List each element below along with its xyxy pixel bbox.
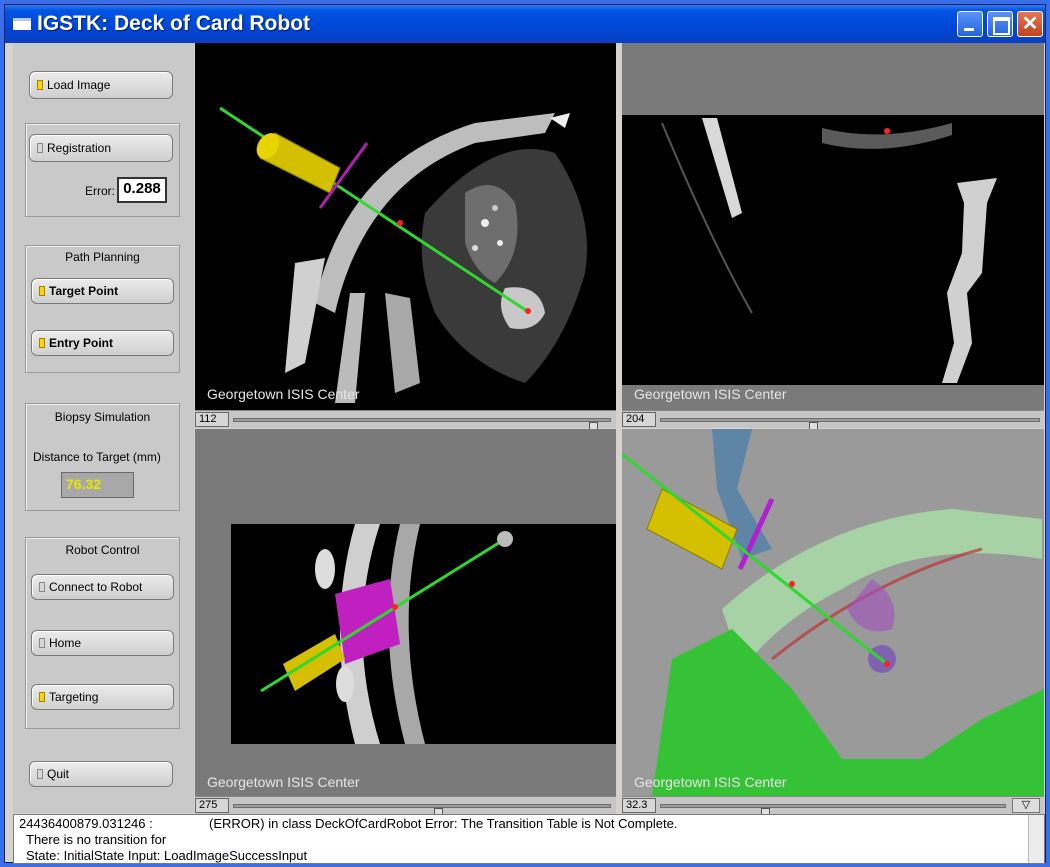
load-image-label: Load Image <box>47 78 111 92</box>
entry-point-button[interactable]: Entry Point <box>31 330 174 356</box>
registration-button[interactable]: Registration <box>29 134 173 162</box>
entry-point-label: Entry Point <box>49 336 114 350</box>
volume-3d-image <box>622 429 1044 796</box>
log-error-message: (ERROR) in class DeckOfCardRobot Error: … <box>209 816 678 831</box>
target-point-label: Target Point <box>49 284 119 298</box>
maximize-button[interactable] <box>987 11 1013 37</box>
status-led-icon <box>37 143 43 153</box>
view-caption: Georgetown ISIS Center <box>207 386 360 402</box>
targeting-label: Targeting <box>49 690 99 704</box>
connect-robot-button[interactable]: Connect to Robot <box>31 574 174 600</box>
coronal-view[interactable]: Georgetown ISIS Center <box>195 429 616 796</box>
close-button[interactable]: ✕ <box>1017 11 1043 37</box>
app-window-icon <box>13 18 31 30</box>
error-value: 0.288 <box>117 177 167 203</box>
path-planning-group: Path Planning Target Point Entry Point <box>25 245 180 373</box>
volume-opacity-slider[interactable]: 32.3 ▽ <box>622 796 1044 820</box>
close-icon: ✕ <box>1021 13 1039 35</box>
connect-robot-label: Connect to Robot <box>49 580 143 594</box>
log-panel[interactable]: 24436400879.031246 : (ERROR) in class De… <box>13 814 1045 864</box>
volume-3d-view[interactable]: Georgetown ISIS Center <box>622 429 1044 796</box>
axial-view-image <box>219 106 587 403</box>
path-planning-title: Path Planning <box>65 250 140 264</box>
distance-label: Distance to Target (mm) <box>33 450 161 464</box>
distance-value: 76.32 <box>61 472 134 498</box>
robot-control-group: Robot Control Connect to Robot Home Targ… <box>25 537 180 729</box>
load-image-button[interactable]: Load Image <box>29 71 173 99</box>
control-panel: Load Image Registration Error: 0.288 Pat… <box>13 43 194 813</box>
registration-label: Registration <box>47 141 112 155</box>
status-led-icon <box>39 338 45 348</box>
log-scrollbar[interactable] <box>1028 815 1044 863</box>
slice-number: 275 <box>195 798 229 813</box>
slider-number: 32.3 <box>622 798 656 813</box>
slice-number: 204 <box>622 412 656 427</box>
status-led-icon <box>39 582 45 592</box>
home-label: Home <box>49 636 82 650</box>
axial-slice-slider[interactable]: 112 <box>195 410 616 434</box>
registration-group: Registration Error: 0.288 <box>25 123 180 217</box>
slider-track[interactable] <box>660 804 1006 820</box>
slice-number: 112 <box>195 412 229 427</box>
target-point-button[interactable]: Target Point <box>31 278 174 304</box>
status-led-icon <box>37 769 43 779</box>
coronal-slice-slider[interactable]: 275 <box>195 796 616 820</box>
slider-track[interactable] <box>660 418 1040 434</box>
coronal-view-image <box>231 524 616 744</box>
status-led-icon <box>39 692 45 702</box>
robot-control-title: Robot Control <box>65 543 140 557</box>
slider-track[interactable] <box>233 804 611 820</box>
view-caption: Georgetown ISIS Center <box>207 774 360 790</box>
minimize-button[interactable] <box>957 11 983 37</box>
biopsy-simulation-group: Biopsy Simulation Distance to Target (mm… <box>25 403 180 511</box>
sagittal-slice-slider[interactable]: 204 <box>622 410 1044 434</box>
quit-button[interactable]: Quit <box>29 761 173 787</box>
title-bar[interactable]: IGSTK: Deck of Card Robot ✕ <box>5 5 1045 43</box>
status-led-icon <box>39 286 45 296</box>
targeting-button[interactable]: Targeting <box>31 684 174 710</box>
log-line: There is no transition for <box>26 832 167 847</box>
window-title: IGSTK: Deck of Card Robot <box>37 12 311 35</box>
biopsy-title: Biopsy Simulation <box>54 410 151 424</box>
view-caption: Georgetown ISIS Center <box>634 386 787 402</box>
error-label: Error: <box>85 184 115 198</box>
sagittal-view[interactable]: Georgetown ISIS Center <box>622 43 1044 410</box>
sagittal-view-image <box>622 115 1044 385</box>
status-led-icon <box>39 638 45 648</box>
log-timestamp: 24436400879.031246 : <box>19 816 153 831</box>
app-window: IGSTK: Deck of Card Robot ✕ Load Image R… <box>4 4 1046 864</box>
quit-label: Quit <box>47 767 70 781</box>
axial-view[interactable]: Georgetown ISIS Center <box>195 43 616 410</box>
log-line: State: InitialState Input: LoadImageSucc… <box>26 848 308 863</box>
dropdown-icon[interactable]: ▽ <box>1012 798 1040 813</box>
status-led-icon <box>37 80 43 90</box>
view-caption: Georgetown ISIS Center <box>634 774 787 790</box>
slider-track[interactable] <box>233 418 611 434</box>
home-button[interactable]: Home <box>31 630 174 656</box>
